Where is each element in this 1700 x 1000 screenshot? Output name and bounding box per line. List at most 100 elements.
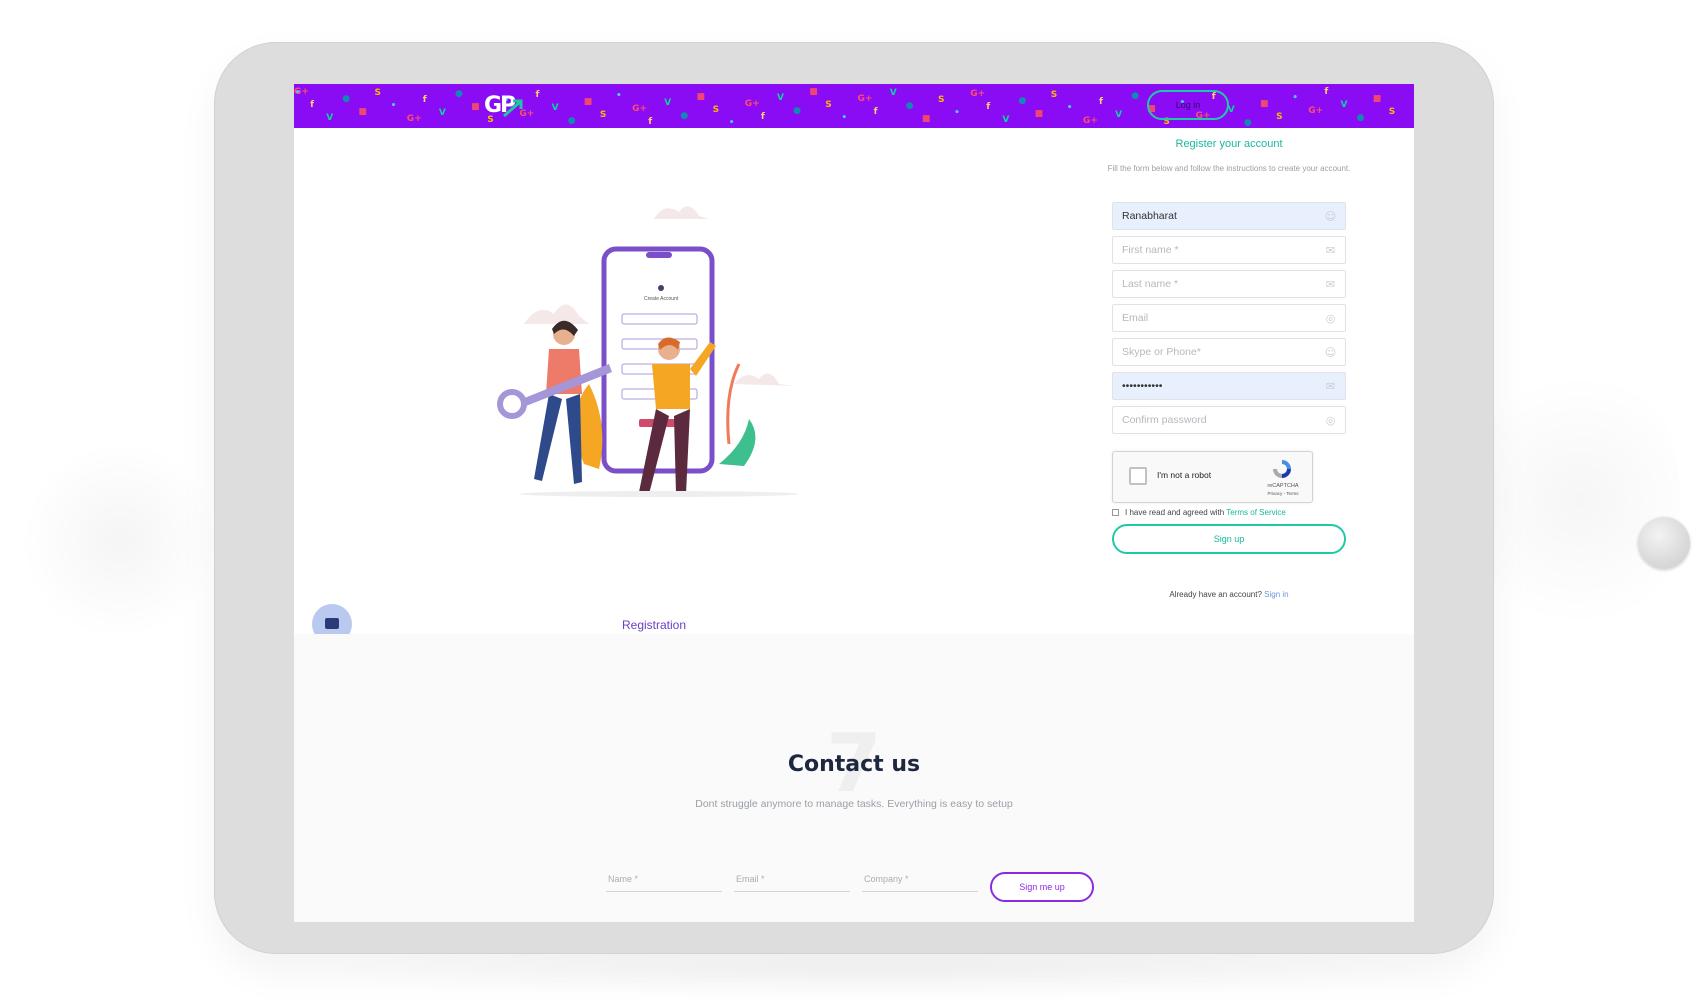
confetti-piece: ■ — [921, 114, 931, 124]
header-bar: G+ f V ● ■ S • G+ f V ● ■ S • G+ f V ● ■ S • G+ f V ● ■ S • G+ f V ● ■ S •… — [294, 84, 1414, 128]
confetti-piece: V — [1002, 115, 1010, 125]
phone-screen-title: Create Account — [644, 296, 679, 302]
man-body — [652, 364, 690, 409]
confetti-piece: S — [938, 95, 945, 105]
confetti-piece: ● — [1243, 118, 1252, 128]
tablet-screen: G+ f V ● ■ S • G+ f V ● ■ S • G+ f V ● ■ S • G+ f V ● ■ S • G+ f V ● ■ S •… — [294, 84, 1414, 922]
envelope-icon: ✉ — [1325, 244, 1336, 257]
register-field-1[interactable]: First name * ✉ — [1112, 236, 1346, 264]
terms-checkbox[interactable] — [1112, 509, 1119, 516]
confetti-piece: • — [294, 88, 301, 98]
confetti-piece: G+ — [1082, 116, 1098, 126]
confetti-piece: S — [1050, 90, 1058, 100]
confetti-piece: • — [390, 101, 397, 111]
confetti-piece: G+ — [632, 104, 648, 114]
confetti-piece: V — [777, 93, 784, 103]
register-field-4[interactable]: Skype or Phone* ☺ — [1112, 338, 1346, 366]
contact-company-input[interactable]: Company * — [862, 870, 978, 892]
phone-avatar — [658, 285, 664, 291]
confetti-piece: V — [326, 113, 334, 123]
recaptcha-label: I'm not a robot — [1157, 470, 1212, 480]
field-placeholder: Email — [1122, 312, 1149, 324]
contact-name-placeholder: Name * — [608, 874, 639, 884]
contact-name-input[interactable]: Name * — [606, 870, 722, 892]
already-account-text: Already have an account? — [1169, 590, 1262, 599]
confetti-piece: ● — [1356, 113, 1365, 123]
page-canvas: G+ f V ● ■ S • G+ f V ● ■ S • G+ f V ● ■ S • G+ f V ● ■ S • G+ f V ● ■ S •… — [0, 0, 1700, 1000]
confetti-piece: f — [1324, 87, 1329, 97]
signup-button[interactable]: Sign up — [1112, 524, 1346, 554]
register-field-3[interactable]: Email ◎ — [1112, 304, 1346, 332]
register-field-6[interactable]: Confirm password ◎ — [1112, 406, 1346, 434]
contact-company-placeholder: Company * — [864, 874, 909, 884]
recaptcha-brand: reCAPTCHA — [1267, 483, 1299, 489]
confetti-piece: ● — [1018, 96, 1027, 106]
confetti-piece: ● — [567, 116, 576, 126]
confetti-piece: • — [954, 108, 960, 118]
key-ring — [497, 389, 527, 419]
field-placeholder: First name * — [1122, 244, 1179, 256]
confetti-piece: G+ — [970, 89, 986, 99]
register-field-0[interactable]: Ranabharat ☺ — [1112, 202, 1346, 230]
logo[interactable]: GP — [484, 93, 524, 119]
confetti-piece: V — [1340, 100, 1348, 110]
confetti-piece: f — [535, 90, 540, 100]
globe-icon: ◎ — [1325, 312, 1336, 325]
terms-row: I have read and agreed with Terms of Ser… — [1112, 508, 1372, 520]
cloud-shape — [654, 206, 709, 219]
user-icon: ☺ — [1324, 346, 1337, 359]
illustration-caption: Registration — [621, 618, 687, 632]
plant-stem — [726, 363, 741, 445]
recaptcha-links[interactable]: Privacy - Terms — [1258, 491, 1308, 496]
confetti-piece: • — [1292, 93, 1298, 103]
confetti-piece: ● — [1131, 91, 1140, 101]
contact-signup-button[interactable]: Sign me up — [990, 872, 1094, 902]
confetti-piece: V — [664, 98, 672, 108]
confetti-piece: ■ — [1260, 99, 1269, 109]
confetti-piece: ■ — [1372, 94, 1382, 104]
confetti-piece: S — [1388, 107, 1396, 117]
field-placeholder: Skype or Phone* — [1122, 346, 1201, 358]
confetti-piece: ● — [455, 89, 463, 99]
confetti-piece: ■ — [696, 92, 706, 102]
confetti-piece: G+ — [744, 99, 760, 109]
confetti-piece: f — [422, 95, 427, 105]
field-value: ••••••••••• — [1122, 380, 1163, 392]
register-title: Register your account — [1175, 138, 1283, 150]
login-button[interactable]: Log in — [1147, 90, 1229, 120]
confetti-piece: G+ — [1308, 106, 1324, 116]
register-field-5[interactable]: ••••••••••• ✉ — [1112, 372, 1346, 400]
confetti-piece: V — [889, 88, 897, 98]
contact-email-placeholder: Email * — [736, 874, 765, 884]
terms-text: I have read and agreed with Terms of Ser… — [1125, 508, 1286, 517]
confetti-piece: ● — [905, 101, 914, 111]
register-field-2[interactable]: Last name * ✉ — [1112, 270, 1346, 298]
confetti-piece: V — [438, 108, 446, 118]
confetti-piece: ■ — [583, 97, 593, 107]
confetti-piece: V — [551, 103, 559, 113]
confetti-piece: ● — [680, 111, 689, 121]
confetti-piece: • — [616, 91, 622, 101]
confetti-piece: ■ — [471, 102, 480, 112]
left-glow — [20, 440, 220, 640]
confetti-piece: f — [648, 117, 653, 127]
terms-of-service-link[interactable]: Terms of Service — [1226, 508, 1286, 517]
confetti-piece: ● — [793, 106, 801, 116]
field-placeholder: Confirm password — [1122, 414, 1207, 426]
contact-title: Contact us — [787, 752, 921, 777]
confetti-piece: f — [986, 102, 991, 112]
contact-subtitle: Dont struggle anymore to manage tasks. E… — [695, 798, 1013, 810]
contact-email-input[interactable]: Email * — [734, 870, 850, 892]
confetti-piece: ■ — [809, 87, 818, 97]
home-button[interactable] — [1638, 517, 1690, 569]
recaptcha-checkbox[interactable] — [1129, 467, 1147, 485]
field-value: Ranabharat — [1122, 210, 1177, 222]
confetti-piece: V — [1227, 105, 1235, 115]
confetti-piece: ■ — [1034, 109, 1044, 119]
confetti-piece: ● — [342, 94, 351, 104]
envelope-icon: ✉ — [1325, 380, 1336, 393]
confetti-piece: • — [1066, 103, 1073, 113]
terms-prefix: I have read and agreed with — [1125, 508, 1225, 517]
signin-link[interactable]: Sign in — [1264, 590, 1288, 599]
recaptcha-widget: I'm not a robot reCAPTCHA Privacy - Term… — [1112, 451, 1313, 503]
